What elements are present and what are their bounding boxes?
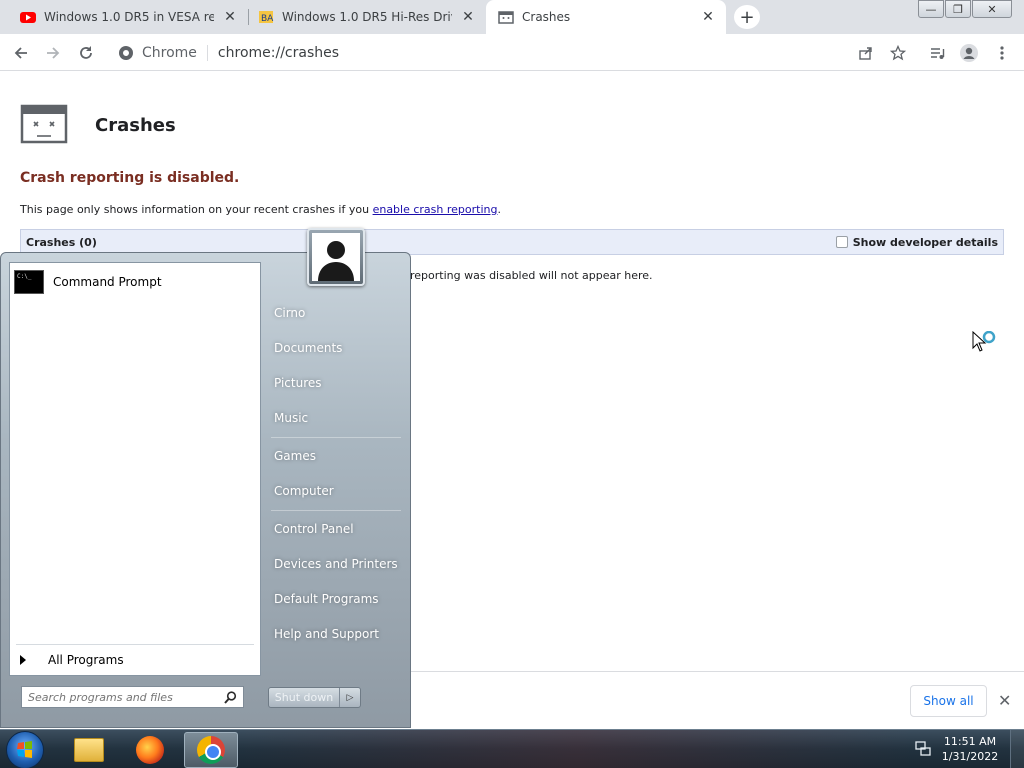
site-label: Chrome xyxy=(142,45,197,61)
start-menu-programs-pane: C:\_ Command Prompt All Programs xyxy=(9,262,261,676)
tab-close-icon[interactable]: ✕ xyxy=(700,9,716,25)
tab-close-icon[interactable]: ✕ xyxy=(460,9,476,25)
clock-date: 1/31/2022 xyxy=(941,750,999,763)
window-controls: — ❐ ✕ xyxy=(917,0,1012,18)
youtube-icon xyxy=(20,12,36,23)
start-item-documents[interactable]: Documents xyxy=(274,341,342,355)
shutdown-button[interactable]: Shut down xyxy=(269,688,340,707)
busy-cursor-icon xyxy=(972,331,996,352)
tab-title: Windows 1.0 DR5 Hi-Res Drivers xyxy=(282,10,452,24)
show-desktop-button[interactable] xyxy=(1010,730,1024,768)
tab-betaarchive[interactable]: BA Windows 1.0 DR5 Hi-Res Drivers ✕ xyxy=(238,0,486,34)
start-item-music[interactable]: Music xyxy=(274,411,308,425)
all-programs-divider xyxy=(16,644,254,645)
search-input[interactable] xyxy=(28,690,224,704)
tab-title: Windows 1.0 DR5 in VESA resolu xyxy=(44,10,214,24)
expand-arrow-icon xyxy=(20,655,26,665)
start-item-devices-printers[interactable]: Devices and Printers xyxy=(274,557,398,571)
start-item-help-support[interactable]: Help and Support xyxy=(274,627,379,641)
firefox-icon xyxy=(136,736,164,764)
start-item-games[interactable]: Games xyxy=(274,449,316,463)
start-item-user[interactable]: Cirno xyxy=(274,306,305,320)
wallpaper-peek xyxy=(242,730,912,768)
tab-close-icon[interactable]: ✕ xyxy=(222,9,238,25)
url-text[interactable]: chrome://crashes xyxy=(218,45,339,61)
tab-youtube[interactable]: Windows 1.0 DR5 in VESA resolu ✕ xyxy=(0,0,248,34)
download-bar-close-icon[interactable]: ✕ xyxy=(998,691,1011,710)
tab-title: Crashes xyxy=(522,10,571,24)
chrome-icon xyxy=(197,736,225,764)
shutdown-button-group: Shut down ▷ xyxy=(268,687,361,708)
forward-arrow-icon[interactable] xyxy=(42,42,64,64)
start-separator xyxy=(271,437,401,438)
address-bar[interactable]: Chrome chrome://crashes xyxy=(110,38,890,68)
crashes-count: Crashes (0) xyxy=(26,235,97,249)
info-line: This page only shows information on your… xyxy=(20,203,501,216)
new-tab-button[interactable]: + xyxy=(734,5,760,29)
system-clock[interactable]: 11:51 AM 1/31/2022 xyxy=(940,734,1000,764)
all-programs-button[interactable]: All Programs xyxy=(20,653,124,667)
reload-icon[interactable] xyxy=(75,42,97,64)
info-suffix: . xyxy=(497,203,501,216)
show-all-button[interactable]: Show all xyxy=(910,685,987,717)
start-menu-places-pane: Cirno Documents Pictures Music Games Com… xyxy=(263,253,411,729)
profile-avatar-icon[interactable] xyxy=(958,42,980,64)
share-icon[interactable] xyxy=(855,42,877,64)
windows-logo-icon xyxy=(17,741,32,758)
taskbar: 11:51 AM 1/31/2022 xyxy=(0,729,1024,768)
sad-computer-icon xyxy=(20,104,68,144)
media-control-icon[interactable] xyxy=(926,42,948,64)
chrome-site-icon xyxy=(119,46,133,60)
start-button[interactable] xyxy=(6,731,44,768)
command-prompt-icon: C:\_ xyxy=(14,270,44,294)
svg-text:BA: BA xyxy=(261,14,274,24)
omnibox-divider xyxy=(206,45,208,61)
menu-kebab-icon[interactable] xyxy=(991,42,1013,64)
start-item-computer[interactable]: Computer xyxy=(274,484,334,498)
enable-crash-reporting-link[interactable]: enable crash reporting xyxy=(373,203,498,216)
network-tray-icon[interactable] xyxy=(914,741,932,757)
start-item-default-programs[interactable]: Default Programs xyxy=(274,592,379,606)
no-crashes-message: reporting was disabled will not appear h… xyxy=(410,269,653,282)
all-programs-label: All Programs xyxy=(48,653,124,667)
info-text: This page only shows information on your… xyxy=(20,203,373,216)
user-silhouette-icon xyxy=(318,241,354,281)
tab-crashes[interactable]: Crashes ✕ xyxy=(486,0,726,34)
tab-strip: Windows 1.0 DR5 in VESA resolu ✕ BA Wind… xyxy=(0,0,1024,34)
start-item-pictures[interactable]: Pictures xyxy=(274,376,322,390)
sad-page-icon xyxy=(498,11,514,24)
betaarchive-icon: BA xyxy=(259,11,274,24)
restore-button[interactable]: ❐ xyxy=(945,0,971,18)
minimize-button[interactable]: — xyxy=(918,0,944,18)
developer-details-label[interactable]: Show developer details xyxy=(853,236,998,249)
shutdown-options-arrow-icon[interactable]: ▷ xyxy=(340,688,360,707)
crash-reporting-status: Crash reporting is disabled. xyxy=(20,170,240,186)
user-account-picture[interactable] xyxy=(307,228,365,286)
close-window-button[interactable]: ✕ xyxy=(972,0,1012,18)
program-command-prompt[interactable]: C:\_ Command Prompt xyxy=(14,269,256,295)
program-label: Command Prompt xyxy=(53,275,162,289)
back-arrow-icon[interactable] xyxy=(10,42,32,64)
clock-time: 11:51 AM xyxy=(943,735,997,748)
bookmark-star-icon[interactable] xyxy=(887,42,909,64)
taskbar-chrome[interactable] xyxy=(184,732,238,768)
developer-details-checkbox[interactable] xyxy=(835,236,848,248)
folder-icon xyxy=(74,738,104,762)
taskbar-firefox[interactable] xyxy=(123,732,177,768)
start-item-control-panel[interactable]: Control Panel xyxy=(274,522,354,536)
search-icon xyxy=(224,690,237,704)
page-title: Crashes xyxy=(95,115,176,136)
start-search-box[interactable] xyxy=(21,686,244,708)
taskbar-explorer[interactable] xyxy=(62,732,116,768)
start-menu: C:\_ Command Prompt All Programs Cirno D… xyxy=(0,252,411,728)
start-separator xyxy=(271,510,401,511)
browser-toolbar: Chrome chrome://crashes xyxy=(0,34,1024,71)
